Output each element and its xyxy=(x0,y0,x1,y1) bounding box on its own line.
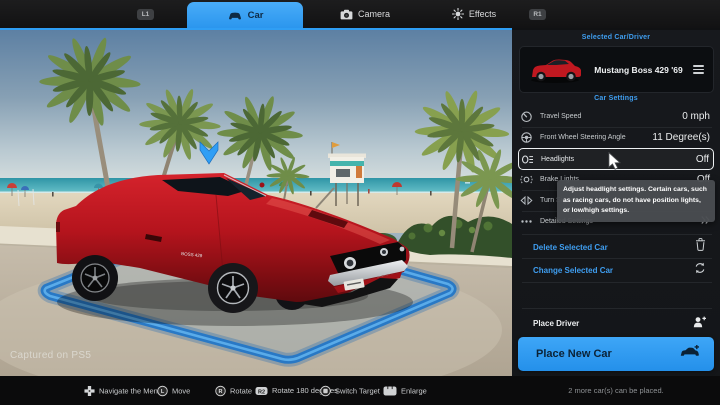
stick-press-icon xyxy=(320,385,331,396)
control-label: Move xyxy=(172,386,191,395)
mouse-cursor xyxy=(608,152,621,170)
setting-value: 0 mph xyxy=(682,111,710,122)
controls-bar: Navigate the Menu L Move R Rotate R2 Rot… xyxy=(0,376,720,405)
delete-selected-car-label: Delete Selected Car xyxy=(533,242,608,252)
tab-car[interactable]: Car xyxy=(187,2,303,28)
camera-icon xyxy=(340,9,353,19)
delete-selected-car-button[interactable]: Delete Selected Car xyxy=(512,236,720,258)
setting-row-steering-angle[interactable]: Front Wheel Steering Angle 11 Degree(s) xyxy=(520,127,714,148)
l1-bumper-icon: L1 xyxy=(137,9,154,20)
setting-value: Off xyxy=(695,153,709,165)
steering-wheel-icon xyxy=(521,132,532,143)
tab-effects-label: Effects xyxy=(468,9,497,19)
detailed-settings-dots-icon xyxy=(521,220,532,223)
front-wheel xyxy=(208,263,258,313)
control-move: L Move xyxy=(157,385,190,396)
setting-row-travel-speed[interactable]: Travel Speed 0 mph xyxy=(520,106,714,127)
brake-light-icon xyxy=(520,175,533,184)
captured-on-ps5-watermark: Captured on PS5 xyxy=(10,350,92,361)
selected-car-name: Mustang Boss 429 '69 xyxy=(594,64,683,75)
change-selected-car-button[interactable]: Change Selected Car xyxy=(512,259,720,281)
headlight-icon xyxy=(521,154,533,164)
scene-viewport[interactable]: BOSS 429 Captured on PS5 xyxy=(0,30,512,376)
control-label: Rotate xyxy=(230,386,253,395)
control-label: Switch Target xyxy=(335,386,380,395)
effects-brightness-icon xyxy=(451,8,464,20)
trash-icon xyxy=(695,238,706,256)
car-settings-header: Car Settings xyxy=(594,95,638,102)
car-thumbnail xyxy=(526,53,584,87)
add-car-icon xyxy=(680,344,700,364)
cars-remaining-note: 2 more car(s) can be placed. xyxy=(568,386,664,395)
car-menu-icon[interactable] xyxy=(693,63,704,75)
svg-text:R2: R2 xyxy=(258,389,265,395)
rear-wheel xyxy=(72,255,118,301)
scene-photo: BOSS 429 xyxy=(0,30,512,376)
speedometer-icon xyxy=(521,111,532,123)
tab-effects[interactable]: Effects xyxy=(432,0,516,28)
selected-car-card[interactable]: Mustang Boss 429 '69 xyxy=(519,46,714,93)
place-new-car-label: Place New Car xyxy=(536,348,612,360)
control-navigate-menu: Navigate the Menu xyxy=(84,385,162,396)
tab-camera[interactable]: Camera xyxy=(320,0,410,28)
control-enlarge: Enlarge xyxy=(383,385,427,396)
place-driver-button[interactable]: Place Driver xyxy=(512,310,720,337)
place-new-car-button[interactable]: Place New Car xyxy=(518,337,714,371)
r2-button-icon: R2 xyxy=(255,386,268,395)
setting-label: Headlights xyxy=(541,155,575,163)
selected-car-driver-header: Selected Car/Driver xyxy=(581,34,651,41)
control-label: Navigate the Menu xyxy=(99,386,162,395)
setting-label: Travel Speed xyxy=(540,113,582,120)
place-driver-label: Place Driver xyxy=(533,319,580,328)
settings-panel: Selected Car/Driver Mustang Boss 429 '69… xyxy=(512,30,720,376)
gt7-scapes-screen: L1 R1 Car Camera Effects BOSS 429 Captur… xyxy=(0,0,720,405)
tab-car-label: Car xyxy=(247,9,264,21)
swap-refresh-icon xyxy=(694,261,706,279)
change-selected-car-label: Change Selected Car xyxy=(533,265,614,275)
add-driver-icon xyxy=(693,315,707,333)
control-switch-target: Switch Target xyxy=(320,385,380,396)
r1-bumper-icon: R1 xyxy=(529,9,546,20)
turn-signal-icon xyxy=(520,195,533,206)
svg-text:R: R xyxy=(219,389,223,395)
left-stick-icon: L xyxy=(157,385,168,396)
touchpad-icon xyxy=(383,386,397,395)
control-rotate: R Rotate xyxy=(215,385,252,396)
setting-value: 11 Degree(s) xyxy=(652,132,710,143)
headlights-tooltip: Adjust headlight settings. Certain cars,… xyxy=(557,180,715,222)
right-stick-icon: R xyxy=(215,385,226,396)
dpad-icon xyxy=(84,385,95,396)
car-icon xyxy=(228,12,241,19)
control-label: Enlarge xyxy=(401,386,427,395)
tab-camera-label: Camera xyxy=(357,9,390,19)
setting-label: Front Wheel Steering Angle xyxy=(540,134,626,141)
